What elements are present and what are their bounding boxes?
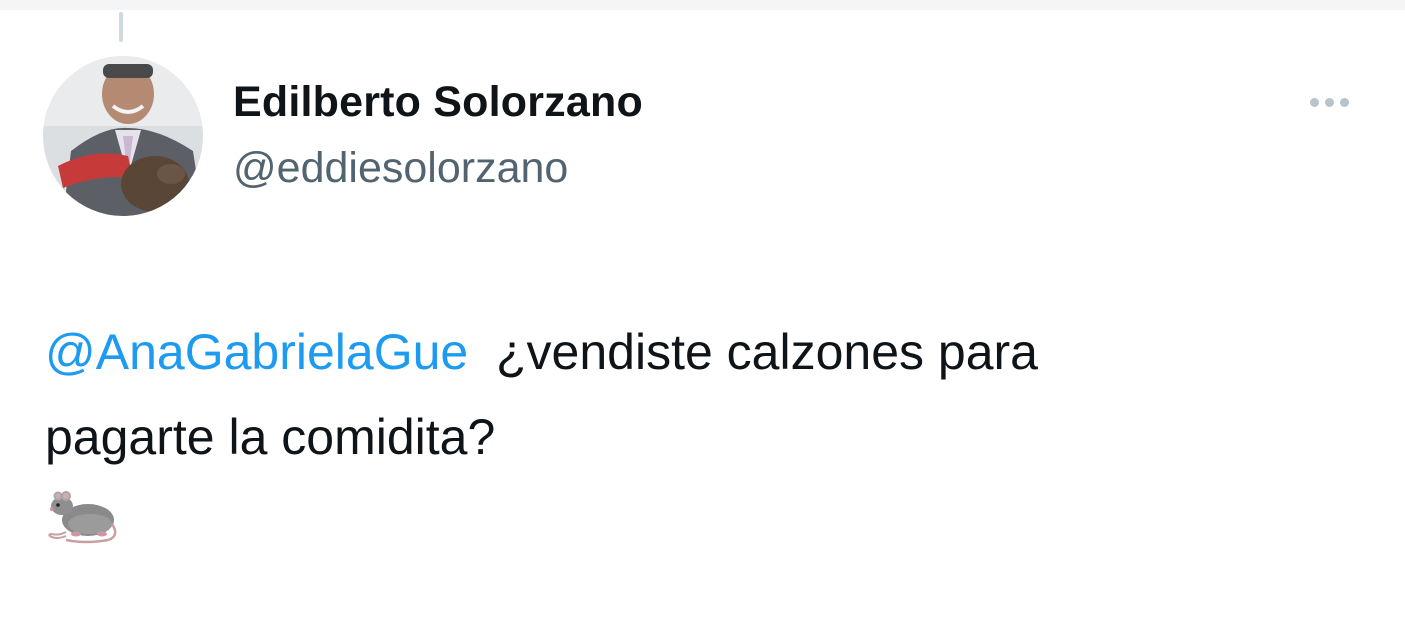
tweet-text-line2: pagarte la comidita? [45, 409, 496, 465]
author-name[interactable]: Edilberto Solorzano [233, 78, 643, 127]
rat-emoji-icon [46, 484, 122, 546]
tweet-text-line1: ¿vendiste calzones para [496, 324, 1038, 380]
mention-link[interactable]: @AnaGabrielaGue [45, 324, 468, 380]
more-options-icon[interactable] [1298, 84, 1360, 120]
more-dot [1309, 97, 1319, 107]
author-handle[interactable]: @eddiesolorzano [233, 144, 568, 193]
thread-connector-line [119, 12, 123, 42]
more-dot [1324, 97, 1334, 107]
avatar[interactable] [43, 56, 203, 216]
top-divider-strip [0, 0, 1405, 10]
tweet-text: @AnaGabrielaGue ¿vendiste calzones para … [45, 310, 1345, 480]
avatar-photo [43, 56, 203, 216]
more-dot [1339, 97, 1349, 107]
